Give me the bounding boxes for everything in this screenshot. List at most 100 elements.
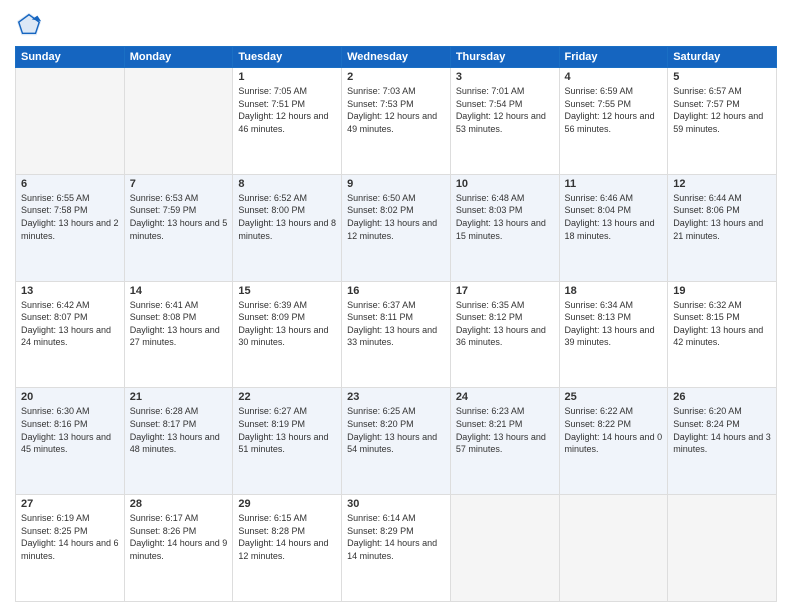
calendar-day-header: Sunday	[16, 47, 125, 68]
sunset-label: Sunset: 7:54 PM	[456, 99, 523, 109]
day-number: 30	[347, 498, 445, 510]
day-info: Sunrise: 6:35 AM Sunset: 8:12 PM Dayligh…	[456, 299, 554, 349]
sunset-label: Sunset: 8:06 PM	[673, 205, 740, 215]
sunset-label: Sunset: 8:29 PM	[347, 526, 414, 536]
day-info: Sunrise: 6:19 AM Sunset: 8:25 PM Dayligh…	[21, 512, 119, 562]
day-number: 25	[565, 391, 663, 403]
sunset-label: Sunset: 8:25 PM	[21, 526, 88, 536]
sunset-label: Sunset: 7:59 PM	[130, 205, 197, 215]
calendar-cell: 3 Sunrise: 7:01 AM Sunset: 7:54 PM Dayli…	[450, 68, 559, 175]
sunrise-label: Sunrise: 6:37 AM	[347, 300, 416, 310]
day-number: 9	[347, 178, 445, 190]
calendar-cell	[450, 495, 559, 602]
day-info: Sunrise: 6:30 AM Sunset: 8:16 PM Dayligh…	[21, 405, 119, 455]
day-number: 10	[456, 178, 554, 190]
sunset-label: Sunset: 7:53 PM	[347, 99, 414, 109]
daylight-label: Daylight: 13 hours and 45 minutes.	[21, 432, 111, 455]
day-number: 21	[130, 391, 228, 403]
sunrise-label: Sunrise: 6:53 AM	[130, 193, 199, 203]
calendar-cell: 28 Sunrise: 6:17 AM Sunset: 8:26 PM Dayl…	[124, 495, 233, 602]
calendar-cell: 20 Sunrise: 6:30 AM Sunset: 8:16 PM Dayl…	[16, 388, 125, 495]
sunset-label: Sunset: 8:20 PM	[347, 419, 414, 429]
daylight-label: Daylight: 13 hours and 24 minutes.	[21, 325, 111, 348]
daylight-label: Daylight: 13 hours and 39 minutes.	[565, 325, 655, 348]
calendar-day-header: Monday	[124, 47, 233, 68]
day-info: Sunrise: 6:25 AM Sunset: 8:20 PM Dayligh…	[347, 405, 445, 455]
day-number: 29	[238, 498, 336, 510]
daylight-label: Daylight: 13 hours and 15 minutes.	[456, 218, 546, 241]
sunrise-label: Sunrise: 6:17 AM	[130, 513, 199, 523]
sunrise-label: Sunrise: 7:05 AM	[238, 86, 307, 96]
sunset-label: Sunset: 8:09 PM	[238, 312, 305, 322]
daylight-label: Daylight: 13 hours and 33 minutes.	[347, 325, 437, 348]
day-info: Sunrise: 6:39 AM Sunset: 8:09 PM Dayligh…	[238, 299, 336, 349]
calendar-day-header: Friday	[559, 47, 668, 68]
sunset-label: Sunset: 7:51 PM	[238, 99, 305, 109]
calendar-table: SundayMondayTuesdayWednesdayThursdayFrid…	[15, 46, 777, 602]
calendar-cell: 21 Sunrise: 6:28 AM Sunset: 8:17 PM Dayl…	[124, 388, 233, 495]
day-number: 4	[565, 71, 663, 83]
day-number: 23	[347, 391, 445, 403]
day-info: Sunrise: 6:34 AM Sunset: 8:13 PM Dayligh…	[565, 299, 663, 349]
day-number: 7	[130, 178, 228, 190]
calendar-cell: 5 Sunrise: 6:57 AM Sunset: 7:57 PM Dayli…	[668, 68, 777, 175]
day-number: 15	[238, 285, 336, 297]
header	[15, 10, 777, 38]
calendar-cell: 10 Sunrise: 6:48 AM Sunset: 8:03 PM Dayl…	[450, 174, 559, 281]
day-number: 13	[21, 285, 119, 297]
sunset-label: Sunset: 8:08 PM	[130, 312, 197, 322]
daylight-label: Daylight: 14 hours and 14 minutes.	[347, 538, 437, 561]
day-info: Sunrise: 6:55 AM Sunset: 7:58 PM Dayligh…	[21, 192, 119, 242]
daylight-label: Daylight: 14 hours and 12 minutes.	[238, 538, 328, 561]
calendar-day-header: Tuesday	[233, 47, 342, 68]
day-number: 8	[238, 178, 336, 190]
day-info: Sunrise: 6:17 AM Sunset: 8:26 PM Dayligh…	[130, 512, 228, 562]
sunset-label: Sunset: 8:26 PM	[130, 526, 197, 536]
day-info: Sunrise: 6:50 AM Sunset: 8:02 PM Dayligh…	[347, 192, 445, 242]
day-number: 16	[347, 285, 445, 297]
daylight-label: Daylight: 12 hours and 59 minutes.	[673, 111, 763, 134]
sunrise-label: Sunrise: 6:14 AM	[347, 513, 416, 523]
calendar-cell: 16 Sunrise: 6:37 AM Sunset: 8:11 PM Dayl…	[342, 281, 451, 388]
daylight-label: Daylight: 13 hours and 36 minutes.	[456, 325, 546, 348]
sunrise-label: Sunrise: 6:42 AM	[21, 300, 90, 310]
calendar-cell: 26 Sunrise: 6:20 AM Sunset: 8:24 PM Dayl…	[668, 388, 777, 495]
calendar-cell: 17 Sunrise: 6:35 AM Sunset: 8:12 PM Dayl…	[450, 281, 559, 388]
day-info: Sunrise: 6:42 AM Sunset: 8:07 PM Dayligh…	[21, 299, 119, 349]
calendar-cell: 13 Sunrise: 6:42 AM Sunset: 8:07 PM Dayl…	[16, 281, 125, 388]
day-number: 18	[565, 285, 663, 297]
sunrise-label: Sunrise: 6:20 AM	[673, 406, 742, 416]
daylight-label: Daylight: 14 hours and 6 minutes.	[21, 538, 119, 561]
day-info: Sunrise: 6:41 AM Sunset: 8:08 PM Dayligh…	[130, 299, 228, 349]
daylight-label: Daylight: 13 hours and 57 minutes.	[456, 432, 546, 455]
day-number: 2	[347, 71, 445, 83]
sunrise-label: Sunrise: 6:44 AM	[673, 193, 742, 203]
day-number: 12	[673, 178, 771, 190]
day-info: Sunrise: 6:32 AM Sunset: 8:15 PM Dayligh…	[673, 299, 771, 349]
day-number: 5	[673, 71, 771, 83]
sunrise-label: Sunrise: 6:50 AM	[347, 193, 416, 203]
day-number: 24	[456, 391, 554, 403]
daylight-label: Daylight: 12 hours and 56 minutes.	[565, 111, 655, 134]
sunset-label: Sunset: 7:58 PM	[21, 205, 88, 215]
day-info: Sunrise: 6:27 AM Sunset: 8:19 PM Dayligh…	[238, 405, 336, 455]
calendar-cell: 1 Sunrise: 7:05 AM Sunset: 7:51 PM Dayli…	[233, 68, 342, 175]
day-number: 28	[130, 498, 228, 510]
day-info: Sunrise: 7:03 AM Sunset: 7:53 PM Dayligh…	[347, 85, 445, 135]
day-info: Sunrise: 6:48 AM Sunset: 8:03 PM Dayligh…	[456, 192, 554, 242]
sunset-label: Sunset: 8:12 PM	[456, 312, 523, 322]
day-number: 20	[21, 391, 119, 403]
day-info: Sunrise: 7:05 AM Sunset: 7:51 PM Dayligh…	[238, 85, 336, 135]
sunrise-label: Sunrise: 7:03 AM	[347, 86, 416, 96]
day-info: Sunrise: 6:22 AM Sunset: 8:22 PM Dayligh…	[565, 405, 663, 455]
calendar-day-header: Wednesday	[342, 47, 451, 68]
calendar-cell: 9 Sunrise: 6:50 AM Sunset: 8:02 PM Dayli…	[342, 174, 451, 281]
calendar-cell: 8 Sunrise: 6:52 AM Sunset: 8:00 PM Dayli…	[233, 174, 342, 281]
day-number: 14	[130, 285, 228, 297]
day-number: 26	[673, 391, 771, 403]
daylight-label: Daylight: 13 hours and 54 minutes.	[347, 432, 437, 455]
calendar-week-row: 20 Sunrise: 6:30 AM Sunset: 8:16 PM Dayl…	[16, 388, 777, 495]
calendar-week-row: 6 Sunrise: 6:55 AM Sunset: 7:58 PM Dayli…	[16, 174, 777, 281]
sunset-label: Sunset: 8:03 PM	[456, 205, 523, 215]
daylight-label: Daylight: 13 hours and 27 minutes.	[130, 325, 220, 348]
